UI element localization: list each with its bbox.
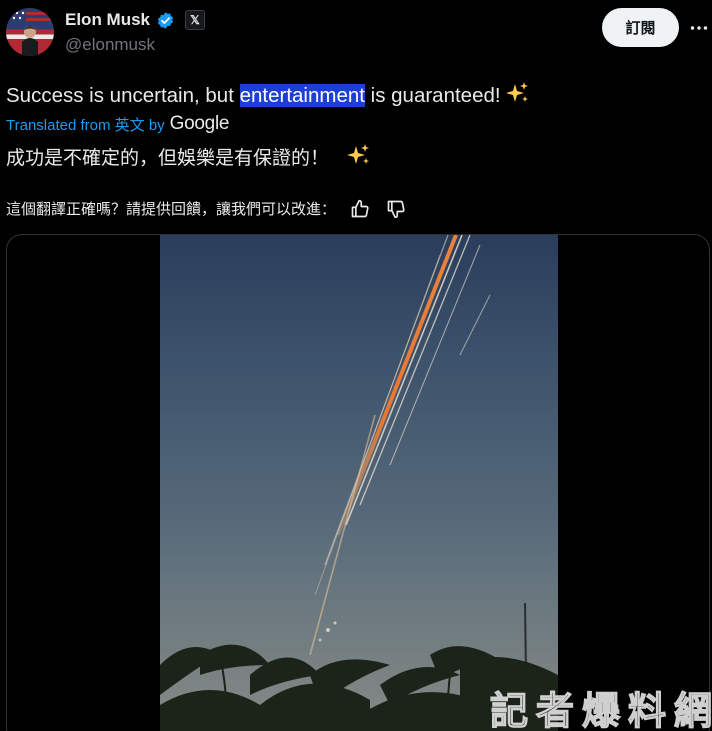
x-affiliation-icon[interactable]: 𝕏 xyxy=(185,10,206,30)
video-player[interactable] xyxy=(160,235,558,731)
sparkles-emoji-icon xyxy=(506,81,530,111)
tweet-text: Success is uncertain, but entertainment … xyxy=(6,81,530,111)
thumbs-down-icon[interactable] xyxy=(386,199,406,219)
translated-tweet-text: 成功是不確定的，但娛樂是有保證的！ xyxy=(6,143,371,174)
more-horizontal-icon[interactable] xyxy=(689,18,709,38)
tweet-text-selection: entertainment xyxy=(239,84,365,107)
verified-badge-icon[interactable] xyxy=(156,11,175,30)
thumbs-up-icon[interactable] xyxy=(350,199,370,219)
translated-text-body: 成功是不確定的，但娛樂是有保證的！ xyxy=(6,147,330,169)
author-name-row: Elon Musk 𝕏 xyxy=(65,9,206,31)
avatar[interactable] xyxy=(6,8,54,56)
watermark-text: 記者爆料網 xyxy=(489,688,712,731)
feedback-prompt: 這個翻譯正確嗎？請提供回饋，讓我們可以改進： xyxy=(6,200,337,218)
translated-from-row: Translated from 英文 by Google xyxy=(6,113,229,135)
author-display-name[interactable]: Elon Musk xyxy=(65,10,150,30)
tweet-text-start: Success is uncertain, but xyxy=(6,84,240,107)
sparkles-emoji-icon xyxy=(347,143,371,174)
translation-feedback-row: 這個翻譯正確嗎？請提供回饋，讓我們可以改進： xyxy=(6,198,406,219)
tweet-text-end: is guaranteed! xyxy=(364,84,507,107)
translated-from-link[interactable]: Translated from 英文 by xyxy=(6,114,165,135)
subscribe-button[interactable]: 訂閱 xyxy=(602,8,679,47)
author-handle[interactable]: @elonmusk xyxy=(65,35,155,55)
google-logo: Google xyxy=(169,113,230,134)
media-card[interactable] xyxy=(6,234,710,731)
